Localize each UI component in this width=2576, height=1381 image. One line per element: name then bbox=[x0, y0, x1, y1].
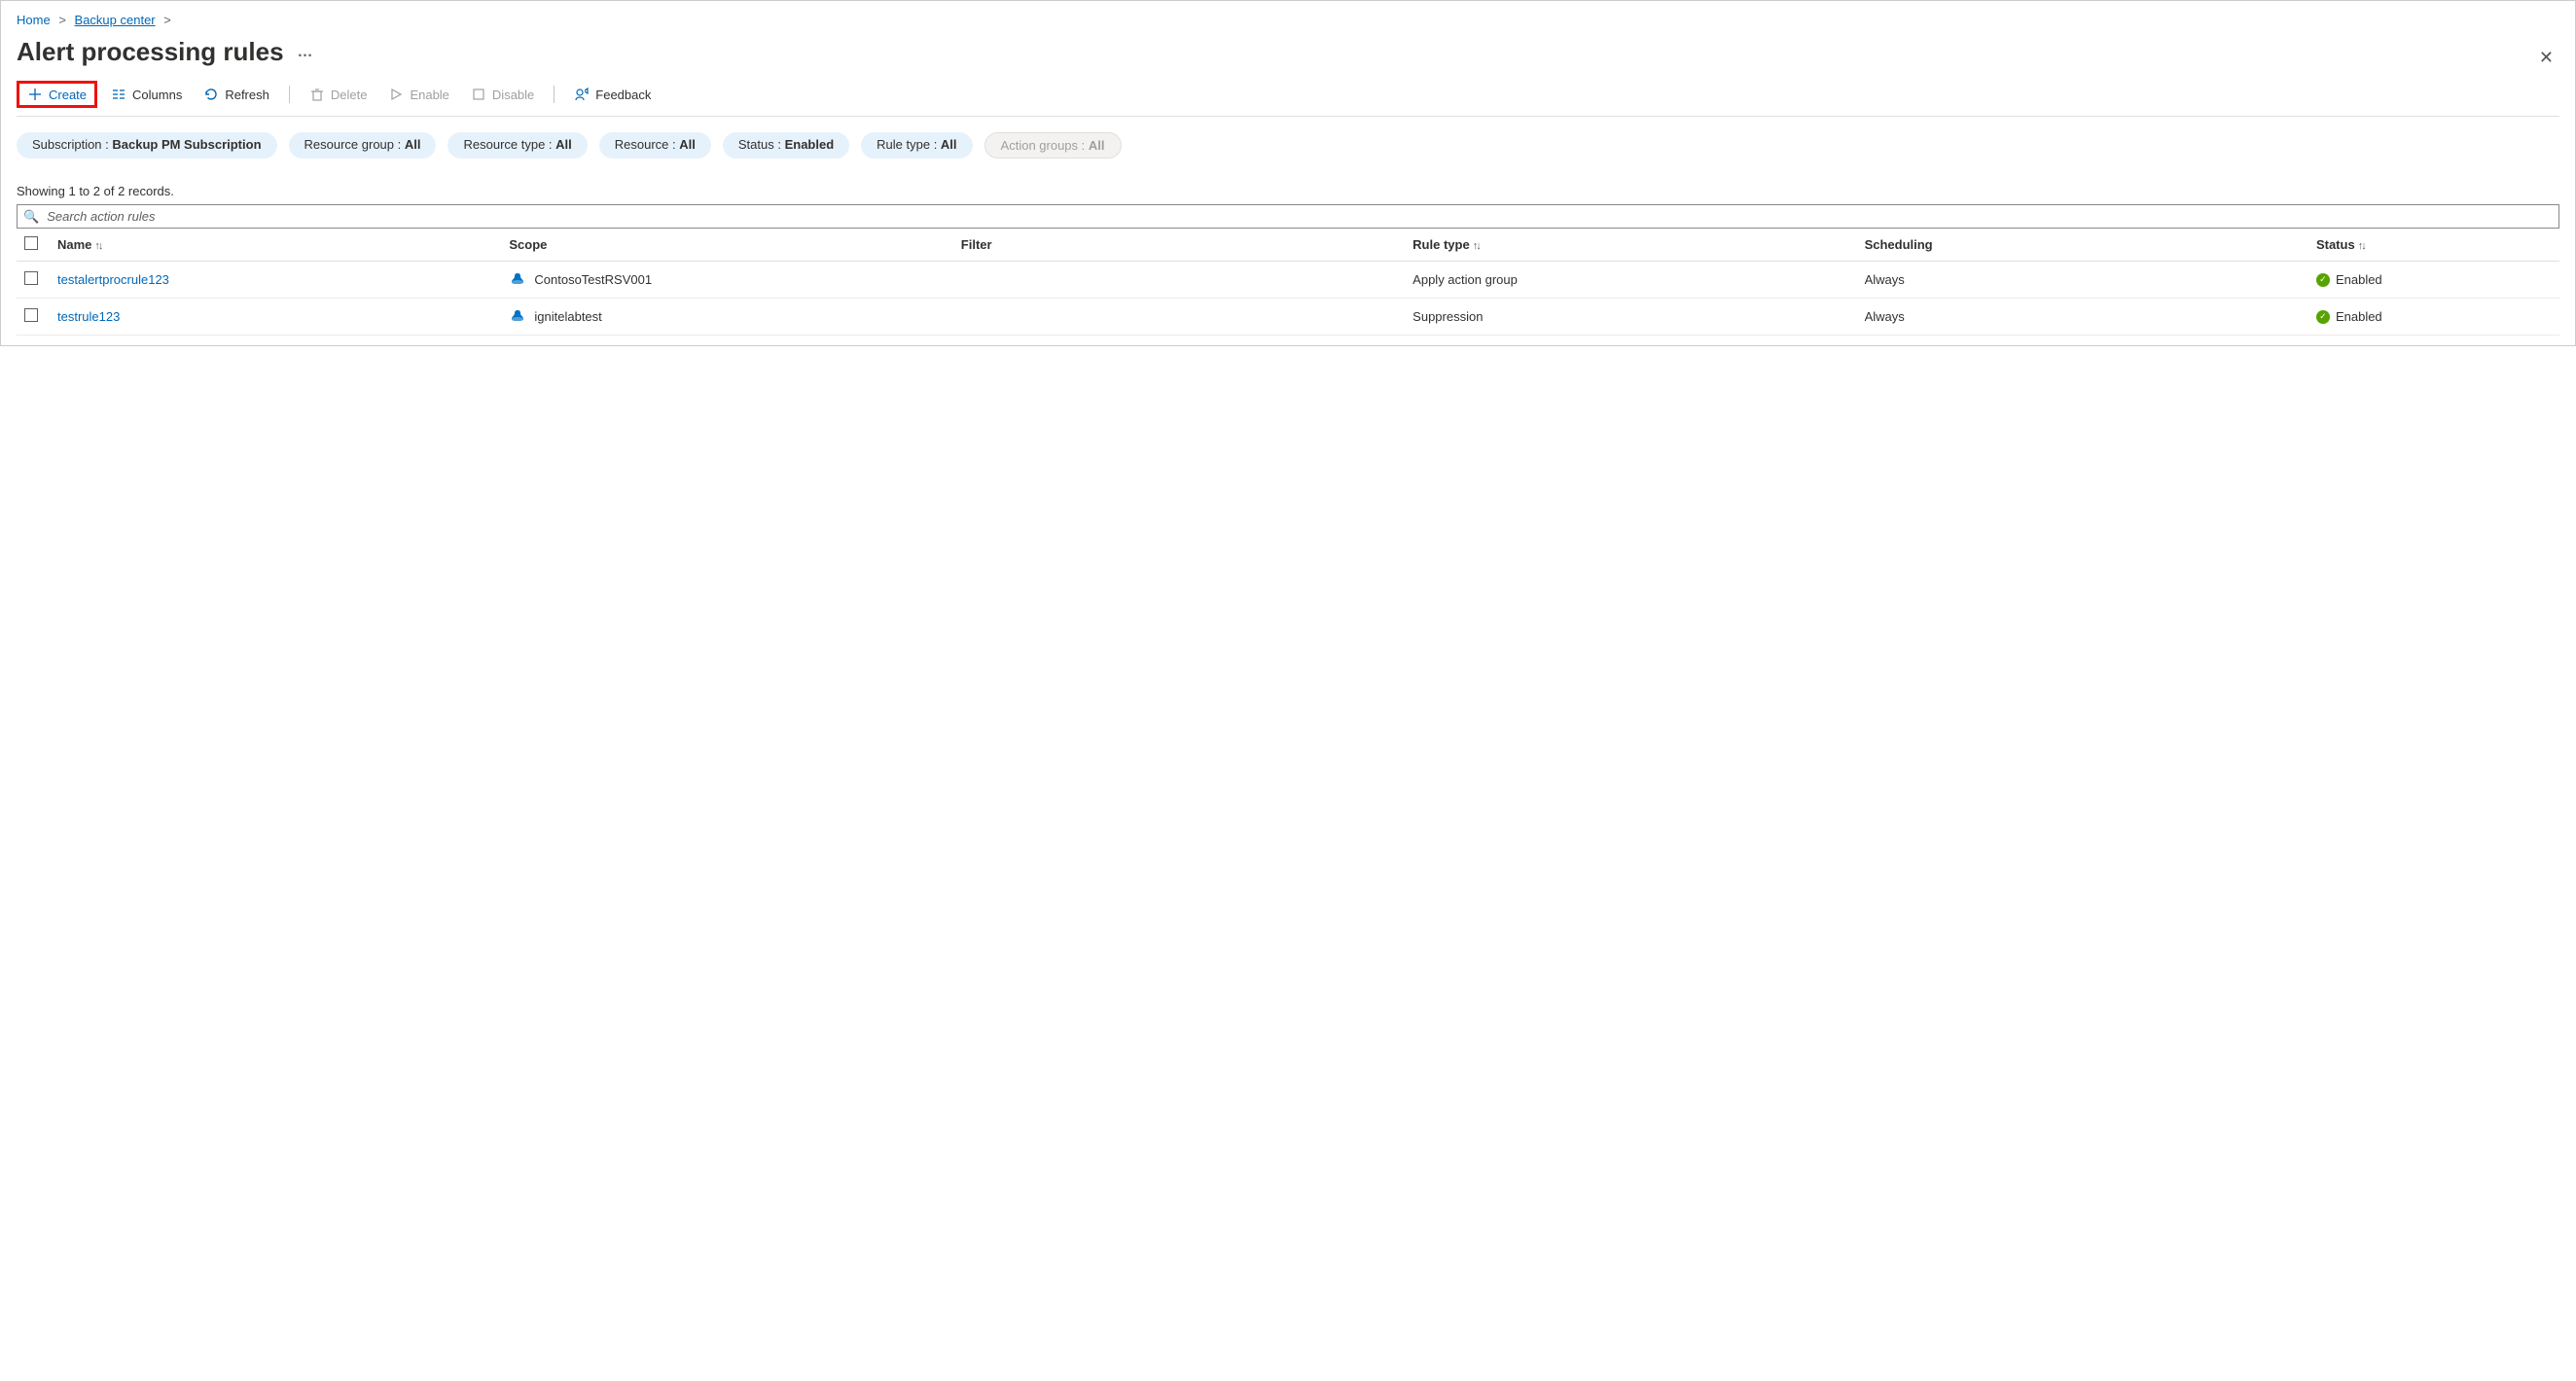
disable-label: Disable bbox=[492, 88, 534, 102]
header-name[interactable]: Name↑↓ bbox=[50, 229, 501, 262]
refresh-button[interactable]: Refresh bbox=[196, 83, 277, 106]
filter-resource-type[interactable]: Resource type : All bbox=[447, 132, 587, 159]
status-text: Enabled bbox=[2336, 309, 2382, 324]
scope-cell: ignitelabtest bbox=[509, 306, 945, 327]
search-bar[interactable]: 🔍 bbox=[17, 204, 2559, 229]
scope-cell: ContosoTestRSV001 bbox=[509, 269, 945, 290]
status-enabled-icon: ✓ bbox=[2316, 273, 2330, 287]
filter-pills: Subscription : Backup PM Subscription Re… bbox=[17, 132, 2559, 159]
rule-type-cell: Apply action group bbox=[1405, 262, 1856, 299]
feedback-icon bbox=[574, 87, 590, 102]
table-row[interactable]: testrule123 ignitelabtest Suppression Al… bbox=[17, 299, 2559, 336]
breadcrumb: Home > Backup center > bbox=[17, 11, 2559, 35]
search-input[interactable] bbox=[45, 208, 2553, 225]
create-label: Create bbox=[49, 88, 87, 102]
records-summary: Showing 1 to 2 of 2 records. bbox=[17, 184, 2559, 198]
disable-button[interactable]: Disable bbox=[463, 83, 542, 106]
delete-button[interactable]: Delete bbox=[302, 83, 376, 106]
close-icon[interactable]: ✕ bbox=[2533, 42, 2559, 74]
table-header-row: Name↑↓ Scope Filter Rule type↑↓ Scheduli… bbox=[17, 229, 2559, 262]
columns-icon bbox=[111, 87, 126, 102]
page-title-text: Alert processing rules bbox=[17, 37, 284, 67]
scheduling-cell: Always bbox=[1857, 262, 2308, 299]
delete-label: Delete bbox=[331, 88, 368, 102]
enable-button[interactable]: Enable bbox=[380, 83, 456, 106]
filter-status[interactable]: Status : Enabled bbox=[723, 132, 849, 159]
columns-label: Columns bbox=[132, 88, 182, 102]
header-status[interactable]: Status↑↓ bbox=[2308, 229, 2559, 262]
rule-name-link[interactable]: testrule123 bbox=[57, 309, 120, 324]
status-enabled-icon: ✓ bbox=[2316, 310, 2330, 324]
row-checkbox[interactable] bbox=[17, 299, 50, 336]
trash-icon bbox=[309, 87, 325, 102]
header-rule-type[interactable]: Rule type↑↓ bbox=[1405, 229, 1856, 262]
enable-label: Enable bbox=[410, 88, 448, 102]
feedback-button[interactable]: Feedback bbox=[566, 83, 659, 106]
toolbar: Create Columns Refresh Delete Enable bbox=[17, 81, 2559, 117]
refresh-icon bbox=[203, 87, 219, 102]
header-filter[interactable]: Filter bbox=[953, 229, 1405, 262]
vault-icon bbox=[509, 269, 526, 290]
create-button[interactable]: Create bbox=[17, 81, 97, 108]
status-text: Enabled bbox=[2336, 272, 2382, 287]
more-actions-icon[interactable]: … bbox=[298, 44, 314, 61]
row-checkbox[interactable] bbox=[17, 262, 50, 299]
scheduling-cell: Always bbox=[1857, 299, 2308, 336]
search-icon: 🔍 bbox=[23, 209, 39, 225]
toolbar-divider bbox=[554, 86, 555, 103]
plus-icon bbox=[27, 87, 43, 102]
refresh-label: Refresh bbox=[225, 88, 269, 102]
columns-button[interactable]: Columns bbox=[103, 83, 190, 106]
breadcrumb-backup-center[interactable]: Backup center bbox=[75, 13, 156, 27]
scope-text: ignitelabtest bbox=[534, 309, 601, 324]
status-cell: ✓ Enabled bbox=[2316, 309, 2552, 324]
play-icon bbox=[388, 87, 404, 102]
filter-subscription[interactable]: Subscription : Backup PM Subscription bbox=[17, 132, 277, 159]
scope-text: ContosoTestRSV001 bbox=[534, 272, 652, 287]
toolbar-divider bbox=[289, 86, 290, 103]
stop-icon bbox=[471, 87, 486, 102]
filter-resource[interactable]: Resource : All bbox=[599, 132, 711, 159]
feedback-label: Feedback bbox=[595, 88, 651, 102]
rules-table: Name↑↓ Scope Filter Rule type↑↓ Scheduli… bbox=[17, 229, 2559, 336]
header-scheduling[interactable]: Scheduling bbox=[1857, 229, 2308, 262]
filter-rule-type[interactable]: Rule type : All bbox=[861, 132, 972, 159]
filter-action-groups: Action groups : All bbox=[984, 132, 1122, 159]
rule-type-cell: Suppression bbox=[1405, 299, 1856, 336]
rule-name-link[interactable]: testalertprocrule123 bbox=[57, 272, 169, 287]
breadcrumb-separator: > bbox=[58, 13, 66, 27]
header-scope[interactable]: Scope bbox=[501, 229, 952, 262]
breadcrumb-separator: > bbox=[163, 13, 171, 27]
filter-cell bbox=[953, 262, 1405, 299]
page-title: Alert processing rules … bbox=[17, 37, 314, 67]
status-cell: ✓ Enabled bbox=[2316, 272, 2552, 287]
filter-resource-group[interactable]: Resource group : All bbox=[289, 132, 437, 159]
header-checkbox[interactable] bbox=[17, 229, 50, 262]
table-row[interactable]: testalertprocrule123 ContosoTestRSV001 A… bbox=[17, 262, 2559, 299]
filter-cell bbox=[953, 299, 1405, 336]
breadcrumb-home[interactable]: Home bbox=[17, 13, 51, 27]
vault-icon bbox=[509, 306, 526, 327]
